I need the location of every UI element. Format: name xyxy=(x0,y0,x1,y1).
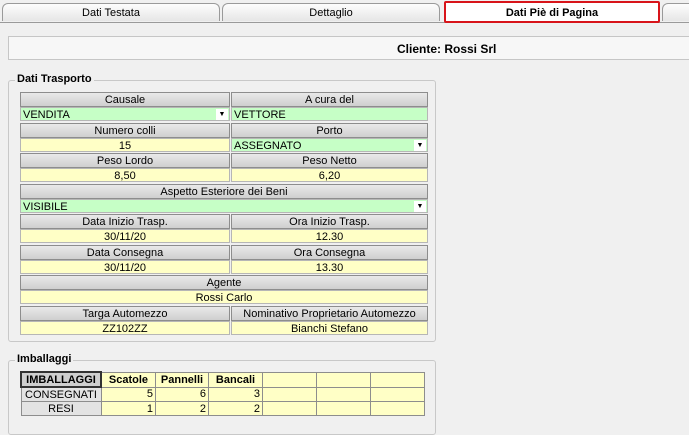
dati-trasporto-title: Dati Trasporto xyxy=(15,73,94,85)
agente-field[interactable]: Rossi Carlo xyxy=(20,290,428,304)
peso-netto-label: Peso Netto xyxy=(231,153,428,168)
col-bancali: Bancali xyxy=(208,371,263,388)
tab-dati-testata[interactable]: Dati Testata xyxy=(2,3,220,21)
peso-netto-field[interactable]: 6,20 xyxy=(231,168,428,182)
empty-cell[interactable] xyxy=(262,386,317,402)
ora-consegna-field[interactable]: 13.30 xyxy=(231,260,428,274)
col-scatole: Scatole xyxy=(100,371,156,388)
row-resi-label: RESI xyxy=(20,401,102,416)
table-row: CONSEGNATI 5 6 3 xyxy=(20,386,425,402)
peso-lordo-label: Peso Lordo xyxy=(20,153,230,168)
data-inizio-label: Data Inizio Trasp. xyxy=(20,214,230,229)
porto-select[interactable]: ASSEGNATO ▼ xyxy=(231,138,428,152)
cell-consegnati-scatole[interactable]: 5 xyxy=(100,386,156,402)
row-consegnati-label: CONSEGNATI xyxy=(20,386,102,402)
dropdown-arrow-icon[interactable]: ▼ xyxy=(216,109,228,120)
empty-cell[interactable] xyxy=(316,401,371,416)
ora-inizio-label: Ora Inizio Trasp. xyxy=(231,214,428,229)
aspetto-label: Aspetto Esteriore dei Beni xyxy=(20,184,428,199)
data-inizio-field[interactable]: 30/11/20 xyxy=(20,229,230,243)
targa-label: Targa Automezzo xyxy=(20,306,230,321)
aspetto-value: VISIBILE xyxy=(23,201,68,213)
empty-cell[interactable] xyxy=(370,401,425,416)
imballaggi-title: Imballaggi xyxy=(15,353,74,365)
cell-resi-pannelli[interactable]: 2 xyxy=(155,401,209,416)
data-consegna-label: Data Consegna xyxy=(20,245,230,260)
ora-consegna-label: Ora Consegna xyxy=(231,245,428,260)
causale-select[interactable]: VENDITA ▼ xyxy=(20,107,230,121)
cell-consegnati-bancali[interactable]: 3 xyxy=(208,386,263,402)
porto-label: Porto xyxy=(231,123,428,138)
causale-label: Causale xyxy=(20,92,230,107)
empty-cell[interactable] xyxy=(262,371,317,388)
agente-label: Agente xyxy=(20,275,428,290)
tab-dettaglio[interactable]: Dettaglio xyxy=(222,3,440,21)
acura-field[interactable]: VETTORE xyxy=(231,107,428,121)
proprietario-field[interactable]: Bianchi Stefano xyxy=(231,321,428,335)
data-consegna-field[interactable]: 30/11/20 xyxy=(20,260,230,274)
cell-resi-scatole[interactable]: 1 xyxy=(100,401,156,416)
cell-resi-bancali[interactable]: 2 xyxy=(208,401,263,416)
imballaggi-table: IMBALLAGGI Scatole Pannelli Bancali CONS… xyxy=(20,371,425,416)
empty-cell[interactable] xyxy=(370,371,425,388)
col-pannelli: Pannelli xyxy=(155,371,209,388)
imballaggi-corner: IMBALLAGGI xyxy=(20,371,102,388)
ora-inizio-field[interactable]: 12.30 xyxy=(231,229,428,243)
tab-bar: Dati Testata Dettaglio Dati Piè di Pagin… xyxy=(0,0,689,24)
tab-dati-pie-di-pagina[interactable]: Dati Piè di Pagina xyxy=(444,1,660,23)
colli-field[interactable]: 15 xyxy=(20,138,230,152)
cell-consegnati-pannelli[interactable]: 6 xyxy=(155,386,209,402)
targa-field[interactable]: ZZ102ZZ xyxy=(20,321,230,335)
causale-value: VENDITA xyxy=(23,109,70,121)
table-row: RESI 1 2 2 xyxy=(20,401,425,416)
client-label: Cliente: Rossi Srl xyxy=(397,42,497,56)
dropdown-arrow-icon[interactable]: ▼ xyxy=(414,201,426,212)
table-header-row: IMBALLAGGI Scatole Pannelli Bancali xyxy=(20,371,425,388)
empty-cell[interactable] xyxy=(316,371,371,388)
proprietario-label: Nominativo Proprietario Automezzo xyxy=(231,306,428,321)
client-panel: Cliente: Rossi Srl xyxy=(8,36,689,60)
aspetto-select[interactable]: VISIBILE ▼ xyxy=(20,199,428,213)
tab-more[interactable] xyxy=(662,3,689,21)
empty-cell[interactable] xyxy=(370,386,425,402)
acura-label: A cura del xyxy=(231,92,428,107)
empty-cell[interactable] xyxy=(262,401,317,416)
peso-lordo-field[interactable]: 8,50 xyxy=(20,168,230,182)
dropdown-arrow-icon[interactable]: ▼ xyxy=(414,140,426,151)
porto-value: ASSEGNATO xyxy=(234,140,302,152)
empty-cell[interactable] xyxy=(316,386,371,402)
colli-label: Numero colli xyxy=(20,123,230,138)
acura-value: VETTORE xyxy=(234,109,286,121)
